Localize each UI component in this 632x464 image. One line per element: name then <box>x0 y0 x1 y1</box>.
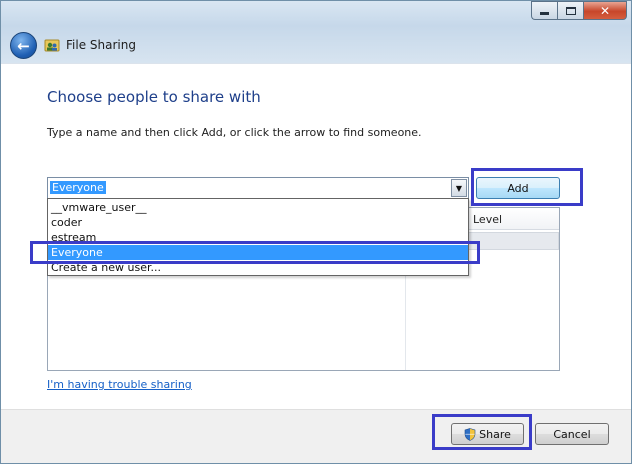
share-button[interactable]: Share <box>451 423 524 445</box>
back-button[interactable]: ← <box>10 32 37 59</box>
dropdown-item[interactable]: Create a new user... <box>48 260 468 275</box>
dropdown-item[interactable]: estream <box>48 230 468 245</box>
file-sharing-window: ✕ ← File Sharing Choose people to share … <box>0 0 632 464</box>
maximize-button[interactable] <box>557 1 583 20</box>
page-title: Choose people to share with <box>47 88 261 106</box>
minimize-icon <box>540 12 549 15</box>
dialog-footer: Share Cancel <box>1 409 631 463</box>
close-icon: ✕ <box>599 3 611 18</box>
instruction-text: Type a name and then click Add, or click… <box>47 126 422 139</box>
back-arrow-icon: ← <box>17 36 30 55</box>
uac-shield-icon <box>464 427 476 441</box>
dialog-content: Choose people to share with Type a name … <box>1 63 631 409</box>
dropdown-arrow-button[interactable]: ▼ <box>451 179 467 197</box>
minimize-button[interactable] <box>531 1 557 20</box>
dropdown-item-selected[interactable]: Everyone <box>48 245 468 260</box>
chevron-down-icon: ▼ <box>455 183 463 193</box>
trouble-sharing-link[interactable]: I'm having trouble sharing <box>47 378 192 391</box>
add-button[interactable]: Add <box>476 177 560 199</box>
window-title: File Sharing <box>66 38 136 52</box>
name-combobox[interactable]: Everyone ▼ <box>47 177 469 199</box>
share-label: Share <box>479 427 511 441</box>
dropdown-item[interactable]: __vmware_user__ <box>48 200 468 215</box>
dropdown-item[interactable]: coder <box>48 215 468 230</box>
cancel-button[interactable]: Cancel <box>535 423 609 445</box>
maximize-icon <box>565 6 576 15</box>
column-header-level[interactable]: Level <box>473 213 502 226</box>
caption-buttons: ✕ <box>531 1 627 20</box>
user-dropdown-list: __vmware_user__ coder estream Everyone C… <box>47 198 469 276</box>
name-input[interactable]: Everyone <box>50 181 106 194</box>
close-button[interactable]: ✕ <box>583 1 627 20</box>
file-sharing-icon <box>44 39 60 52</box>
